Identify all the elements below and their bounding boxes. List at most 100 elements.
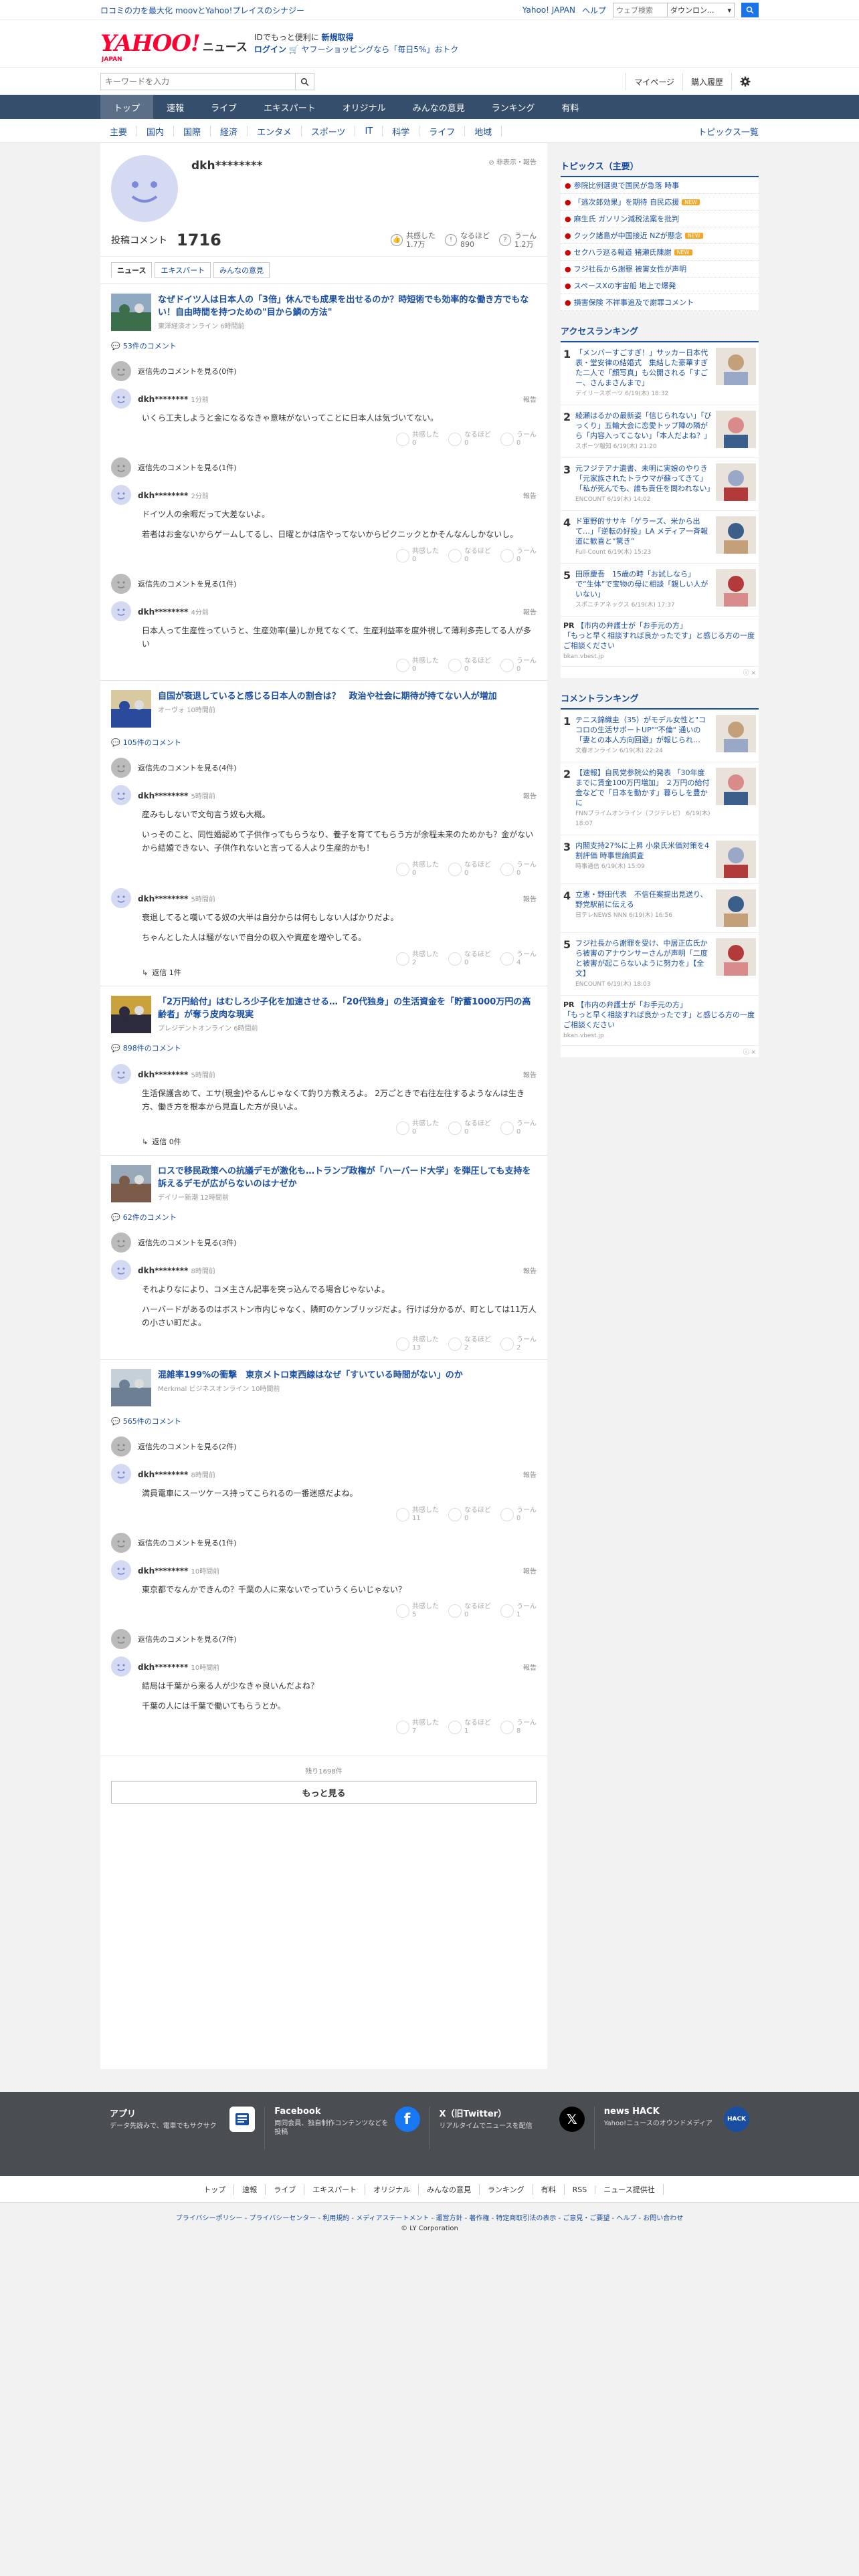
comment-count-link[interactable]: 💬 898件のコメント — [111, 1043, 537, 1053]
article-thumbnail[interactable] — [111, 1369, 151, 1406]
comment-count-link[interactable]: 💬 565件のコメント — [111, 1416, 537, 1426]
hide-report-link[interactable]: ⊘ 非表示・報告 — [488, 156, 537, 167]
mypage-link[interactable]: マイページ — [626, 73, 682, 90]
hmm-button[interactable]: うーん 0 — [500, 431, 537, 447]
insight-button[interactable]: なるほど 2 — [448, 1336, 491, 1352]
purchase-history-link[interactable]: 購入履歴 — [682, 73, 731, 90]
ranking-item[interactable]: 1 テニス錦織圭（35）がモデル女性と"ココロの生活サポートUP""不倫" 通いの… — [561, 710, 759, 762]
topic-item[interactable]: ● スペースXの宇宙船 地上で爆発 — [561, 278, 759, 294]
comment-author[interactable]: dkh******** 5時間前 — [138, 790, 215, 800]
footer-nav-link[interactable]: トップ — [195, 2184, 235, 2195]
search-scope-select[interactable]: ダウンロン... ▾ — [667, 3, 734, 17]
pr-ad-1[interactable]: PR 【市内の弁護士が「お手元の方」 「もっと早く相談すれば良かったです」と感じ… — [561, 617, 759, 667]
ad-info-icon[interactable]: ⓘ ⨯ — [561, 1046, 759, 1057]
tab-opinion[interactable]: みんなの意見 — [213, 262, 270, 278]
footer-x-block[interactable]: X（旧Twitter） リアルタイムでニュースを配信 𝕏 — [430, 2107, 595, 2149]
footer-nav-link[interactable]: RSS — [565, 2185, 596, 2194]
report-link[interactable]: 報告 — [523, 1265, 537, 1275]
cat-it[interactable]: IT — [355, 126, 383, 136]
comment-author[interactable]: dkh******** 5時間前 — [138, 893, 215, 903]
hmm-button[interactable]: うーん 8 — [500, 1719, 537, 1735]
report-link[interactable]: 報告 — [523, 1566, 537, 1576]
promo-link[interactable]: ロコミの力を最大化 moovとYahoo!プレイスのシナジー — [100, 5, 304, 16]
comment-author[interactable]: dkh******** 8時間前 — [138, 1469, 215, 1479]
footer-nav-link[interactable]: 有料 — [533, 2184, 565, 2195]
nav-flash[interactable]: 速報 — [153, 95, 197, 119]
nav-expert[interactable]: エキスパート — [250, 95, 329, 119]
hmm-button[interactable]: うーん 0 — [500, 861, 537, 877]
article-thumbnail[interactable] — [111, 690, 151, 728]
topic-item[interactable]: ● 麻生氏 ガソリン減税法案を批判 — [561, 211, 759, 227]
hmm-button[interactable]: うーん 0 — [500, 548, 537, 564]
article-thumbnail[interactable] — [111, 1165, 151, 1202]
insight-button[interactable]: なるほど 0 — [448, 1120, 491, 1136]
ranking-item[interactable]: 5 フジ社長から謝罪を受け、中居正広氏から被害のアナウンサーさんが声明「二度と被害… — [561, 933, 759, 996]
help-link[interactable]: ヘルプ — [582, 5, 606, 16]
ranking-item[interactable]: 3 元フジテアナ遺書、未明に実娘のやりき「元家族されたトラウマが蘇ってきて」「私が… — [561, 458, 759, 511]
cat-sports[interactable]: スポーツ — [302, 126, 356, 138]
cat-entertainment[interactable]: エンタメ — [248, 126, 302, 138]
report-link[interactable]: 報告 — [523, 490, 537, 500]
comment-author[interactable]: dkh******** 10時間前 — [138, 1662, 219, 1672]
signup-link[interactable]: 新規取得 — [322, 33, 354, 42]
topics-list-link[interactable]: トピックス一覧 — [698, 125, 759, 138]
topic-item[interactable]: ● クック諸島が中国接近 NZが懸念 NEW — [561, 227, 759, 244]
footer-newshack-block[interactable]: news HACK Yahoo!ニュースのオウンドメディア HACK — [595, 2107, 759, 2149]
tab-expert[interactable]: エキスパート — [155, 262, 211, 278]
reply-parent-link[interactable]: 返信先のコメントを見る(1件) — [111, 454, 537, 481]
cat-economy[interactable]: 経済 — [211, 126, 248, 138]
footer-nav-link[interactable]: エキスパート — [304, 2184, 365, 2195]
ranking-item[interactable]: 3 内閣支持27%に上昇 小泉氏米価対策を4割評価 時事世論調査 時事通信 6/19… — [561, 835, 759, 884]
topic-item[interactable]: ● 参院比例選奥で国民が急落 時事 — [561, 177, 759, 194]
report-link[interactable]: 報告 — [523, 790, 537, 800]
ranking-item[interactable]: 5 田原慶吾 15歳の時「お試しなら」で“生体”で宝物の母に相談「親しい人がいない… — [561, 564, 759, 617]
article-thumbnail[interactable] — [111, 996, 151, 1033]
ranking-item[interactable]: 1 「メンバーすごすぎ！」サッカー日本代表・堂安律の結婚式 集結した豪華すぎた二人… — [561, 342, 759, 405]
agree-button[interactable]: 共感した 0 — [396, 1120, 439, 1136]
hmm-button[interactable]: うーん 0 — [500, 1507, 537, 1523]
reply-parent-link[interactable]: 返信先のコメントを見る(4件) — [111, 754, 537, 781]
report-link[interactable]: 報告 — [523, 1662, 537, 1672]
login-link[interactable]: ログイン — [254, 45, 286, 54]
insight-button[interactable]: なるほど 0 — [448, 951, 491, 967]
comment-author[interactable]: dkh******** 1分前 — [138, 394, 209, 404]
footer-nav-link[interactable]: オリジナル — [365, 2184, 419, 2195]
reply-parent-link[interactable]: 返信先のコメントを見る(1件) — [111, 1529, 537, 1556]
report-link[interactable]: 報告 — [523, 607, 537, 617]
article-title[interactable]: ロスで移民政策への抗議デモが激化も…トランプ政権が「ハーバード大学」を弾圧しても… — [158, 1165, 537, 1190]
reply-parent-link[interactable]: 返信先のコメントを見る(3件) — [111, 1229, 537, 1256]
comment-count-link[interactable]: 💬 62件のコメント — [111, 1212, 537, 1222]
pr-ad-2[interactable]: PR 【市内の弁護士が「お手元の方」 「もっと早く相談すれば良かったです」と感じ… — [561, 996, 759, 1046]
cat-life[interactable]: ライフ — [419, 126, 466, 138]
yahoo-japan-link[interactable]: Yahoo! JAPAN — [522, 5, 575, 15]
nav-live[interactable]: ライブ — [197, 95, 250, 119]
topic-item[interactable]: ● 損害保険 不祥事追及で謝罪コメント — [561, 294, 759, 311]
agree-button[interactable]: 共感した 7 — [396, 1719, 439, 1735]
web-search-input[interactable] — [613, 3, 667, 17]
web-search-button[interactable] — [741, 3, 759, 17]
reply-parent-link[interactable]: 返信先のコメントを見る(7件) — [111, 1626, 537, 1652]
ranking-item[interactable]: 4 立憲・野田代表 不信任案提出見送り、野党駅前に伝える 日テレNEWS NNN 6… — [561, 884, 759, 933]
agree-button[interactable]: 共感した 0 — [396, 861, 439, 877]
report-link[interactable]: 報告 — [523, 1069, 537, 1079]
insight-button[interactable]: なるほど 0 — [448, 548, 491, 564]
article-title[interactable]: 自国が衰退していると感じる日本人の割合は？ 政治や社会に期待が持てない人が増加 — [158, 690, 497, 703]
nav-ranking[interactable]: ランキング — [478, 95, 549, 119]
shopping-promo-link[interactable]: ヤフーショッピングなら「毎日5%」おトク — [302, 45, 459, 54]
footer-app-block[interactable]: アプリ データ先読みで、電車でもサクサク — [100, 2107, 266, 2149]
cat-main[interactable]: 主要 — [100, 126, 138, 138]
ranking-item[interactable]: 2 綾瀬はるかの最新姿「信じられない」「びっくり」五輪大会に恋愛トップ陣の隣がら「… — [561, 405, 759, 458]
load-more-button[interactable]: もっと見る — [111, 1781, 537, 1804]
footer-nav-link[interactable]: ニュース提供社 — [595, 2184, 664, 2195]
report-link[interactable]: 報告 — [523, 893, 537, 903]
report-link[interactable]: 報告 — [523, 1469, 537, 1479]
comment-author[interactable]: dkh******** 5時間前 — [138, 1069, 215, 1079]
yahoo-news-logo[interactable]: YAHOO! JAPAN ニュース — [100, 32, 248, 63]
article-title[interactable]: なぜドイツ人は日本人の「3倍」休んでも成果を出せるのか？時短術でも効率的な働き方… — [158, 294, 537, 319]
nav-paid[interactable]: 有料 — [548, 95, 592, 119]
insight-button[interactable]: なるほど 0 — [448, 431, 491, 447]
comment-author[interactable]: dkh******** 8時間前 — [138, 1265, 215, 1275]
footer-nav-link[interactable]: みんなの意見 — [419, 2184, 480, 2195]
insight-button[interactable]: なるほど 1 — [448, 1719, 491, 1735]
reply-parent-link[interactable]: 返信先のコメントを見る(1件) — [111, 570, 537, 597]
